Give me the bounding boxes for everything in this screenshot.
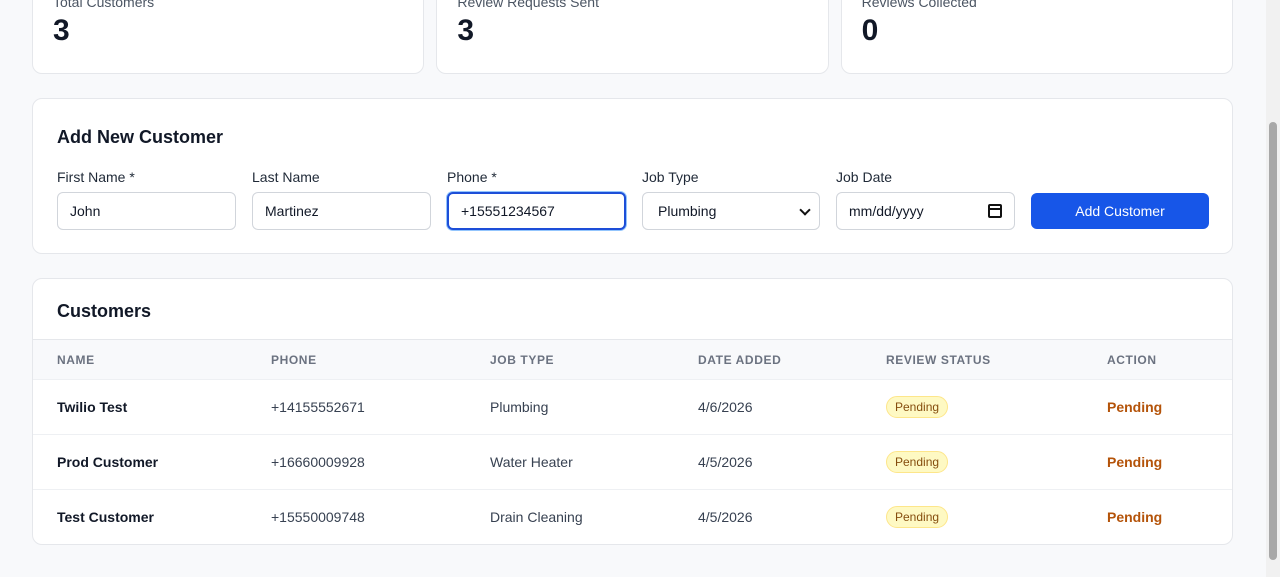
stat-value: 0 bbox=[861, 14, 879, 47]
status-badge: Pending bbox=[886, 396, 949, 418]
add-customer-button[interactable]: Add Customer bbox=[1031, 193, 1209, 229]
customer-job-type: Water Heater bbox=[466, 434, 674, 490]
customer-date-added: 4/5/2026 bbox=[674, 489, 862, 544]
table-row: Prod Customer +16660009928 Water Heater … bbox=[33, 434, 1232, 490]
customer-name: Test Customer bbox=[33, 489, 247, 544]
stat-card-review-requests: Review Requests Sent 3 bbox=[436, 0, 829, 74]
last-name-label: Last Name bbox=[252, 169, 320, 185]
review-status-cell: Pending bbox=[862, 434, 1083, 490]
customers-card: Customers NAME PHONE JOB TYPE DATE ADDED… bbox=[32, 278, 1233, 545]
last-name-input[interactable] bbox=[252, 192, 431, 230]
table-row: Twilio Test +14155552671 Plumbing 4/6/20… bbox=[33, 379, 1232, 435]
customer-name: Twilio Test bbox=[33, 379, 247, 435]
stat-card-reviews-collected: Reviews Collected 0 bbox=[840, 0, 1233, 74]
chevron-down-icon bbox=[799, 204, 811, 216]
column-header-job-type: JOB TYPE bbox=[490, 352, 555, 367]
job-date-label: Job Date bbox=[836, 169, 893, 185]
status-badge: Pending bbox=[886, 451, 949, 473]
add-customer-title: Add New Customer bbox=[57, 127, 224, 147]
action-status: Pending bbox=[1083, 379, 1232, 435]
calendar-icon[interactable] bbox=[988, 204, 1002, 218]
table-header-row: NAME PHONE JOB TYPE DATE ADDED REVIEW ST… bbox=[33, 339, 1232, 380]
stat-value: 3 bbox=[457, 14, 475, 47]
phone-field: Phone * bbox=[447, 169, 626, 230]
job-date-field: Job Date mm/dd/yyyy bbox=[836, 169, 1015, 230]
job-type-field: Job Type Plumbing bbox=[642, 169, 820, 230]
customer-date-added: 4/6/2026 bbox=[674, 379, 862, 435]
stats-row: Total Customers 3 Review Requests Sent 3… bbox=[32, 0, 1233, 74]
scrollbar-thumb[interactable] bbox=[1269, 122, 1277, 560]
last-name-field: Last Name bbox=[252, 169, 431, 230]
customer-name: Prod Customer bbox=[33, 434, 247, 490]
job-type-select[interactable]: Plumbing bbox=[642, 192, 820, 230]
action-status: Pending bbox=[1083, 489, 1232, 544]
review-status-cell: Pending bbox=[862, 489, 1083, 544]
customer-phone: +15550009748 bbox=[247, 489, 466, 544]
dashboard-page: Total Customers 3 Review Requests Sent 3… bbox=[0, 0, 1266, 577]
customer-phone: +14155552671 bbox=[247, 379, 466, 435]
first-name-field: First Name * bbox=[57, 169, 236, 230]
stat-label: Total Customers bbox=[53, 0, 155, 10]
stat-label: Reviews Collected bbox=[861, 0, 977, 10]
stat-label: Review Requests Sent bbox=[457, 0, 599, 10]
table-row: Test Customer +15550009748 Drain Cleanin… bbox=[33, 489, 1232, 544]
job-date-input[interactable]: mm/dd/yyyy bbox=[836, 192, 1015, 230]
review-status-cell: Pending bbox=[862, 379, 1083, 435]
job-type-label: Job Type bbox=[642, 169, 699, 185]
add-customer-form: First Name * Last Name Phone * Job Type … bbox=[57, 169, 1209, 230]
customers-title: Customers bbox=[57, 301, 152, 321]
vertical-scrollbar[interactable] bbox=[1266, 0, 1280, 577]
first-name-label: First Name * bbox=[57, 169, 135, 185]
column-header-date-added: DATE ADDED bbox=[698, 352, 782, 367]
first-name-input[interactable] bbox=[57, 192, 236, 230]
phone-label: Phone * bbox=[447, 169, 497, 185]
status-badge: Pending bbox=[886, 506, 949, 529]
column-header-action: ACTION bbox=[1107, 352, 1157, 367]
column-header-name: NAME bbox=[57, 352, 95, 367]
customer-job-type: Plumbing bbox=[466, 379, 674, 435]
phone-input[interactable] bbox=[447, 192, 626, 230]
customer-phone: +16660009928 bbox=[247, 434, 466, 490]
column-header-review-status: REVIEW STATUS bbox=[886, 352, 991, 367]
customers-table: NAME PHONE JOB TYPE DATE ADDED REVIEW ST… bbox=[33, 339, 1232, 544]
column-header-phone: PHONE bbox=[271, 352, 317, 367]
add-customer-card: Add New Customer First Name * Last Name … bbox=[32, 98, 1233, 254]
customer-job-type: Drain Cleaning bbox=[466, 489, 674, 544]
job-type-selected-value: Plumbing bbox=[658, 203, 717, 219]
stat-card-total-customers: Total Customers 3 bbox=[32, 0, 425, 74]
customer-date-added: 4/5/2026 bbox=[674, 434, 862, 490]
job-date-placeholder: mm/dd/yyyy bbox=[849, 203, 924, 219]
action-status: Pending bbox=[1083, 434, 1232, 490]
stat-value: 3 bbox=[53, 14, 70, 47]
